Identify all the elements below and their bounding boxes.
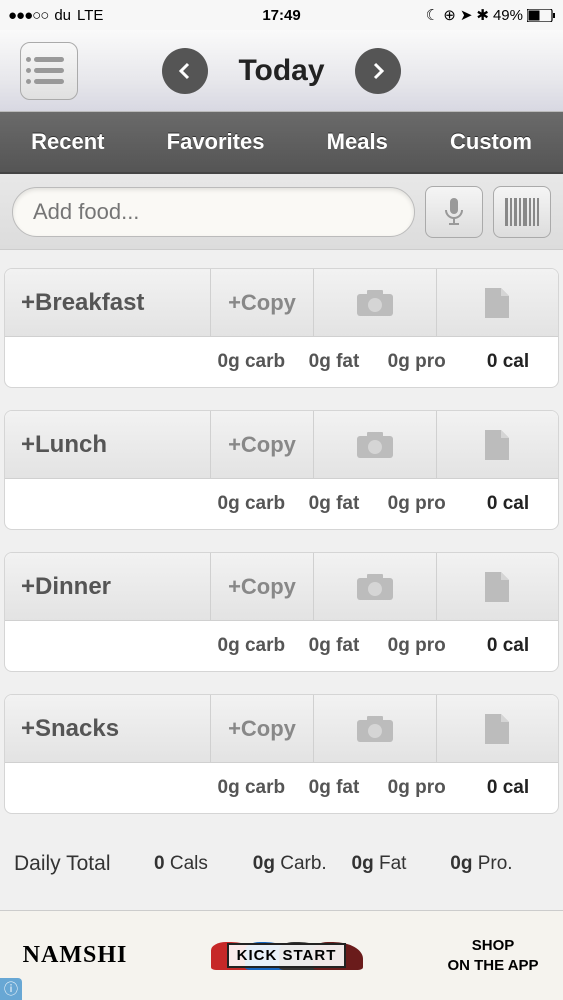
tab-recent[interactable]: Recent [31, 129, 104, 155]
carrier-label: du [54, 7, 71, 24]
stat-fat: 0g fat [293, 777, 376, 799]
header: Today [0, 30, 563, 112]
meals-list: +Breakfast +Copy 0g carb 0g fat 0g pro 0… [0, 250, 563, 814]
copy-button[interactable]: +Copy [210, 695, 313, 762]
daily-total-label: Daily Total [14, 852, 154, 876]
photo-button[interactable] [313, 411, 436, 478]
meal-card-lunch: +Lunch +Copy 0g carb 0g fat 0g pro 0 cal [4, 410, 559, 530]
ad-info-icon[interactable]: ⓘ [0, 978, 22, 1000]
stat-cal: 0 cal [458, 351, 558, 373]
photo-button[interactable] [313, 269, 436, 336]
page-title: Today [238, 54, 324, 88]
stat-carb: 0g carb [210, 351, 293, 373]
prev-day-button[interactable] [162, 48, 208, 94]
stat-cal: 0 cal [458, 493, 558, 515]
moon-icon: ☾ [426, 6, 439, 24]
stat-pro: 0g pro [375, 635, 458, 657]
meal-add-breakfast[interactable]: +Breakfast [5, 269, 210, 336]
voice-input-button[interactable] [425, 186, 483, 238]
stat-pro: 0g pro [375, 351, 458, 373]
camera-icon [355, 288, 395, 318]
status-time: 17:49 [262, 7, 300, 24]
note-button[interactable] [436, 695, 559, 762]
network-label: LTE [77, 7, 103, 24]
note-button[interactable] [436, 553, 559, 620]
tab-favorites[interactable]: Favorites [167, 129, 265, 155]
stat-cal: 0 cal [458, 635, 558, 657]
meal-add-snacks[interactable]: +Snacks [5, 695, 210, 762]
ad-banner[interactable]: NAMSHI KICK START SHOP ON THE APP ⓘ [0, 910, 563, 1000]
microphone-icon [442, 196, 466, 228]
note-button[interactable] [436, 411, 559, 478]
camera-icon [355, 430, 395, 460]
status-bar: ●●●○○ du LTE 17:49 ☾ ⊕ ➤ ✱ 49% [0, 0, 563, 30]
daily-total-row: Daily Total 0 Cals 0g Carb. 0g Fat 0g Pr… [0, 836, 563, 892]
copy-button[interactable]: +Copy [210, 553, 313, 620]
photo-button[interactable] [313, 553, 436, 620]
orientation-lock-icon: ⊕ [443, 6, 456, 24]
meal-add-dinner[interactable]: +Dinner [5, 553, 210, 620]
add-food-input[interactable] [12, 187, 415, 237]
signal-dots: ●●●○○ [8, 7, 48, 24]
tab-bar: Recent Favorites Meals Custom [0, 112, 563, 174]
meal-card-breakfast: +Breakfast +Copy 0g carb 0g fat 0g pro 0… [4, 268, 559, 388]
stat-pro: 0g pro [375, 777, 458, 799]
meal-card-snacks: +Snacks +Copy 0g carb 0g fat 0g pro 0 ca… [4, 694, 559, 814]
ad-image: KICK START [150, 911, 423, 1000]
document-icon [483, 286, 511, 320]
stat-carb: 0g carb [210, 493, 293, 515]
stat-fat: 0g fat [293, 635, 376, 657]
tab-custom[interactable]: Custom [450, 129, 532, 155]
menu-button[interactable] [20, 42, 78, 100]
bluetooth-icon: ✱ [476, 6, 489, 24]
meal-card-dinner: +Dinner +Copy 0g carb 0g fat 0g pro 0 ca… [4, 552, 559, 672]
photo-button[interactable] [313, 695, 436, 762]
camera-icon [355, 572, 395, 602]
copy-button[interactable]: +Copy [210, 411, 313, 478]
stat-carb: 0g carb [210, 777, 293, 799]
battery-icon [527, 9, 555, 22]
barcode-icon [505, 198, 539, 226]
copy-button[interactable]: +Copy [210, 269, 313, 336]
ad-cta: SHOP ON THE APP [423, 936, 563, 975]
location-icon: ➤ [460, 6, 473, 24]
stat-fat: 0g fat [293, 351, 376, 373]
next-day-button[interactable] [355, 48, 401, 94]
stat-cal: 0 cal [458, 777, 558, 799]
note-button[interactable] [436, 269, 559, 336]
tab-meals[interactable]: Meals [327, 129, 388, 155]
camera-icon [355, 714, 395, 744]
stat-carb: 0g carb [210, 635, 293, 657]
document-icon [483, 428, 511, 462]
stat-pro: 0g pro [375, 493, 458, 515]
meal-add-lunch[interactable]: +Lunch [5, 411, 210, 478]
document-icon [483, 712, 511, 746]
search-row [0, 174, 563, 250]
battery-pct: 49% [493, 7, 523, 24]
stat-fat: 0g fat [293, 493, 376, 515]
ad-brand: NAMSHI [0, 942, 150, 969]
document-icon [483, 570, 511, 604]
barcode-scan-button[interactable] [493, 186, 551, 238]
